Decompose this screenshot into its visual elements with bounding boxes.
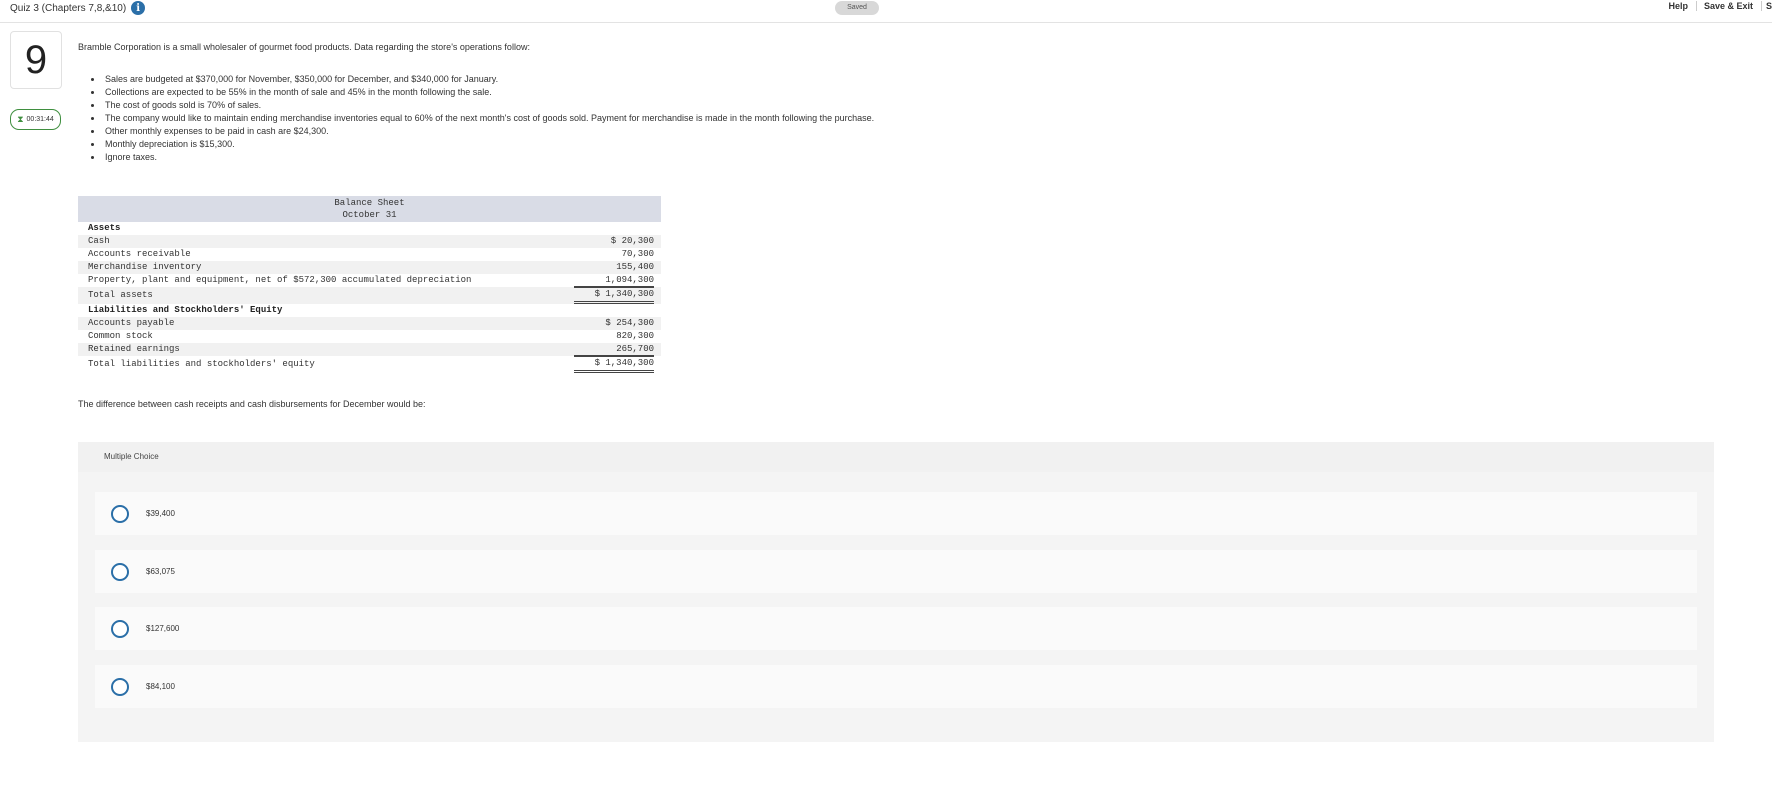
list-item: Monthly depreciation is $15,300. — [103, 138, 1718, 151]
row-label: Merchandise inventory — [88, 262, 202, 272]
table-row: Accounts payable $ 254,300 — [78, 317, 661, 330]
quiz-title-text: Quiz 3 (Chapters 7,8,&10) — [10, 2, 127, 14]
answer-option-1[interactable]: $39,400 — [95, 492, 1697, 535]
row-amount: $ 1,340,300 — [574, 356, 654, 373]
info-icon[interactable]: i — [131, 1, 146, 15]
row-amount: 820,300 — [616, 331, 654, 341]
option-text: $63,075 — [146, 567, 175, 576]
row-amount: 70,300 — [621, 249, 654, 259]
list-item: Collections are expected to be 55% in th… — [103, 86, 1718, 99]
radio-button[interactable] — [111, 562, 129, 581]
answer-option-2[interactable]: $63,075 — [95, 550, 1697, 593]
balance-sheet-table: Balance Sheet October 31 Assets Cash $ 2… — [78, 196, 661, 373]
balance-sheet-header: Balance Sheet October 31 — [78, 196, 661, 222]
question-content: Bramble Corporation is a small wholesale… — [78, 42, 1718, 164]
assets-heading-label: Assets — [88, 223, 121, 233]
submit-link[interactable]: S — [1766, 1, 1772, 11]
question-intro: Bramble Corporation is a small wholesale… — [78, 42, 530, 52]
saved-status-badge: Saved — [835, 1, 879, 15]
answer-option-4[interactable]: $84,100 — [95, 665, 1697, 708]
radio-button[interactable] — [111, 504, 129, 523]
multiple-choice-panel: Multiple Choice $39,400 $63,075 $127,600… — [78, 442, 1714, 742]
table-row: Retained earnings 265,700 — [78, 343, 661, 356]
assets-heading: Assets — [78, 222, 661, 235]
question-bullets: Sales are budgeted at $370,000 for Novem… — [103, 73, 1718, 164]
balance-sheet-title: Balance Sheet — [334, 198, 405, 208]
row-amount: $ 20,300 — [610, 236, 654, 246]
row-label: Total assets — [88, 290, 153, 300]
row-label: Common stock — [88, 331, 153, 341]
row-label: Cash — [88, 236, 110, 246]
balance-sheet-date: October 31 — [342, 210, 397, 220]
table-row: Merchandise inventory 155,400 — [78, 261, 661, 274]
timer-text: 00:31:44 — [26, 116, 54, 123]
row-amount: $ 1,340,300 — [574, 287, 654, 304]
option-text: $84,100 — [146, 682, 175, 691]
save-exit-link[interactable]: Save & Exit — [1704, 1, 1762, 11]
option-text: $39,400 — [146, 509, 175, 518]
timer-badge[interactable]: ⧗ 00:31:44 — [10, 109, 61, 130]
total-liabilities-row: Total liabilities and stockholders' equi… — [78, 356, 661, 373]
list-item: Ignore taxes. — [103, 151, 1718, 164]
help-link[interactable]: Help — [1668, 1, 1697, 11]
radio-button[interactable] — [111, 677, 129, 696]
hourglass-icon: ⧗ — [17, 114, 24, 124]
row-label: Property, plant and equipment, net of $5… — [88, 275, 472, 285]
row-label: Total liabilities and stockholders' equi… — [88, 359, 315, 369]
row-label: Accounts receivable — [88, 249, 191, 259]
liabilities-heading: Liabilities and Stockholders' Equity — [78, 304, 661, 317]
top-right-actions: Help Save & Exit S — [1668, 1, 1772, 11]
option-text: $127,600 — [146, 624, 180, 633]
list-item: Sales are budgeted at $370,000 for Novem… — [103, 73, 1718, 86]
radio-button[interactable] — [111, 619, 129, 638]
question-number: 9 — [10, 31, 62, 89]
multiple-choice-label: Multiple Choice — [104, 452, 159, 461]
liabilities-heading-label: Liabilities and Stockholders' Equity — [88, 305, 283, 315]
answer-option-3[interactable]: $127,600 — [95, 607, 1697, 650]
table-row: Common stock 820,300 — [78, 330, 661, 343]
row-amount: $ 254,300 — [605, 318, 654, 328]
question-prompt: The difference between cash receipts and… — [78, 399, 426, 409]
total-assets-row: Total assets $ 1,340,300 — [78, 287, 661, 304]
table-row: Property, plant and equipment, net of $5… — [78, 274, 661, 287]
row-amount: 155,400 — [616, 262, 654, 272]
answer-options: $39,400 $63,075 $127,600 $84,100 — [78, 472, 1714, 742]
row-amount: 265,700 — [574, 343, 654, 356]
top-bar: Quiz 3 (Chapters 7,8,&10) i Saved Help S… — [0, 0, 1772, 23]
row-amount: 1,094,300 — [574, 274, 654, 287]
table-row: Cash $ 20,300 — [78, 235, 661, 248]
quiz-title: Quiz 3 (Chapters 7,8,&10) i — [10, 1, 146, 15]
row-label: Accounts payable — [88, 318, 175, 328]
list-item: The company would like to maintain endin… — [103, 112, 1718, 125]
list-item: Other monthly expenses to be paid in cas… — [103, 125, 1718, 138]
row-label: Retained earnings — [88, 344, 180, 354]
table-row: Accounts receivable 70,300 — [78, 248, 661, 261]
list-item: The cost of goods sold is 70% of sales. — [103, 99, 1718, 112]
